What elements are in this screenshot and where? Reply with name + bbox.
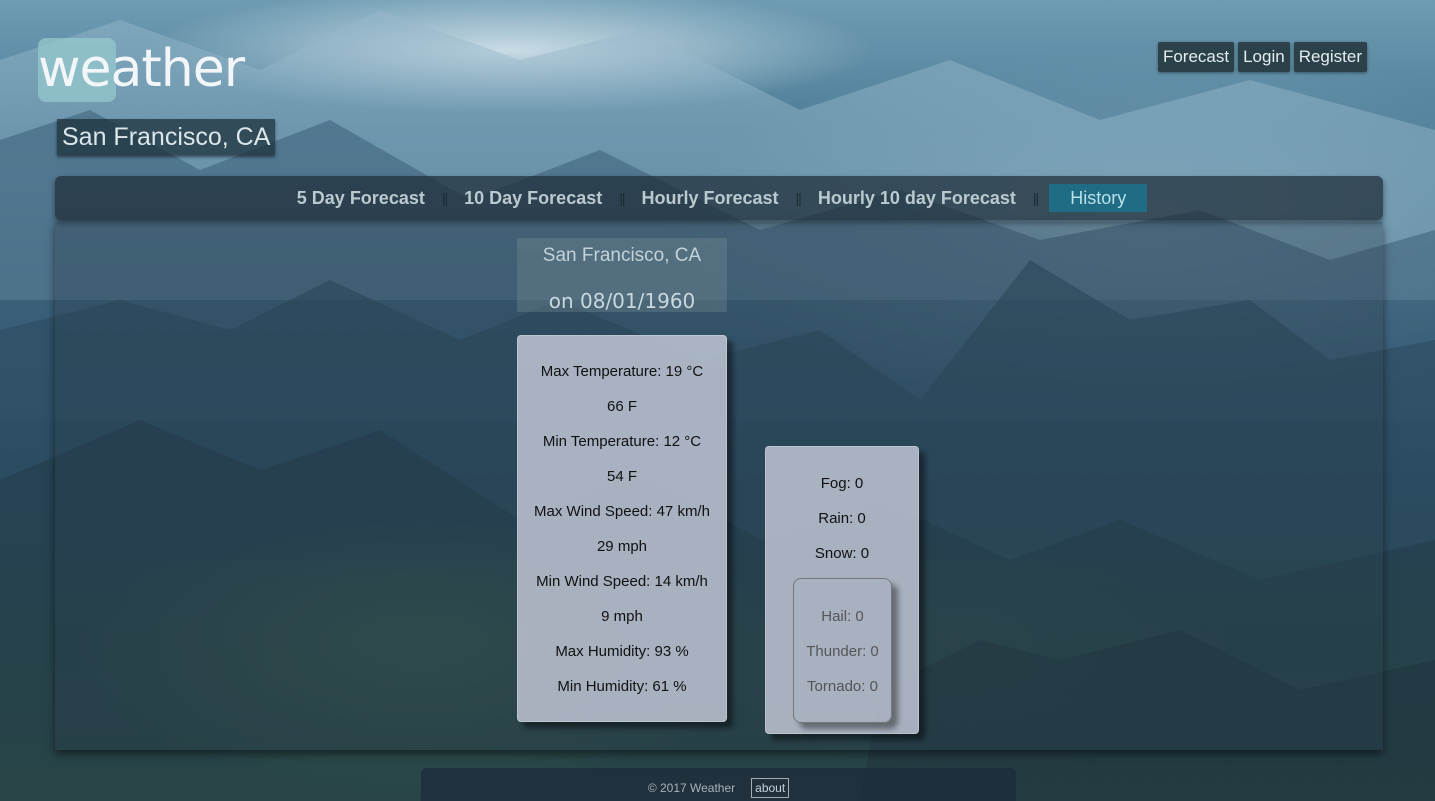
- tab-hourly-10-day-forecast[interactable]: Hourly 10 day Forecast: [812, 184, 1022, 212]
- min-wind-mph: 9 mph: [601, 608, 643, 625]
- tab-separator: ||: [1032, 190, 1039, 206]
- location-badge: San Francisco, CA: [57, 119, 276, 155]
- about-link[interactable]: about: [751, 778, 790, 798]
- forecast-button[interactable]: Forecast: [1157, 42, 1235, 72]
- min-temperature-c: Min Temperature: 12 °C: [542, 433, 702, 450]
- tab-5-day-forecast[interactable]: 5 Day Forecast: [291, 184, 431, 212]
- register-button[interactable]: Register: [1293, 42, 1367, 72]
- top-nav: Forecast Login Register: [1157, 42, 1367, 72]
- tab-separator: ||: [441, 190, 448, 206]
- forecast-tabbar: 5 Day Forecast || 10 Day Forecast || Hou…: [55, 176, 1383, 220]
- max-humidity: Max Humidity: 93 %: [555, 643, 689, 660]
- severe-weather-card: Hail: 0 Thunder: 0 Tornado: 0: [793, 578, 892, 723]
- tornado-count: Tornado: 0: [807, 678, 878, 695]
- tab-history[interactable]: History: [1049, 184, 1148, 212]
- precipitation-card: Fog: 0 Rain: 0 Snow: 0 Hail: 0 Thunder: …: [765, 446, 919, 734]
- fog-count: Fog: 0: [820, 475, 864, 492]
- rain-count: Rain: 0: [818, 510, 866, 527]
- login-button[interactable]: Login: [1238, 42, 1290, 72]
- history-header: San Francisco, CA on 08/01/1960: [517, 238, 727, 313]
- brand-logo[interactable]: weather: [38, 38, 245, 102]
- tab-separator: ||: [619, 190, 625, 206]
- max-wind-mph: 29 mph: [596, 538, 648, 555]
- tab-hourly-forecast[interactable]: Hourly Forecast: [636, 184, 785, 212]
- page-footer: © 2017 Weather about: [421, 768, 1016, 801]
- snow-count: Snow: 0: [814, 545, 870, 562]
- min-humidity: Min Humidity: 61 %: [557, 678, 687, 695]
- history-stats-card: Max Temperature: 19 °C 66 F Min Temperat…: [517, 335, 727, 722]
- max-temperature-f: 66 F: [606, 398, 637, 415]
- tab-10-day-forecast[interactable]: 10 Day Forecast: [458, 184, 608, 212]
- max-temperature-c: Max Temperature: 19 °C: [540, 363, 704, 380]
- min-wind-kmh: Min Wind Speed: 14 km/h: [536, 573, 708, 590]
- max-wind-kmh: Max Wind Speed: 47 km/h: [534, 503, 710, 520]
- thunder-count: Thunder: 0: [806, 643, 879, 660]
- min-temperature-f: 54 F: [606, 468, 637, 485]
- history-location: San Francisco, CA: [542, 245, 702, 266]
- history-date: on 08/01/1960: [548, 289, 696, 313]
- hail-count: Hail: 0: [821, 608, 864, 625]
- logo-text: weather: [38, 39, 245, 99]
- tab-separator: ||: [795, 190, 802, 206]
- copyright-text: © 2017 Weather: [647, 781, 736, 795]
